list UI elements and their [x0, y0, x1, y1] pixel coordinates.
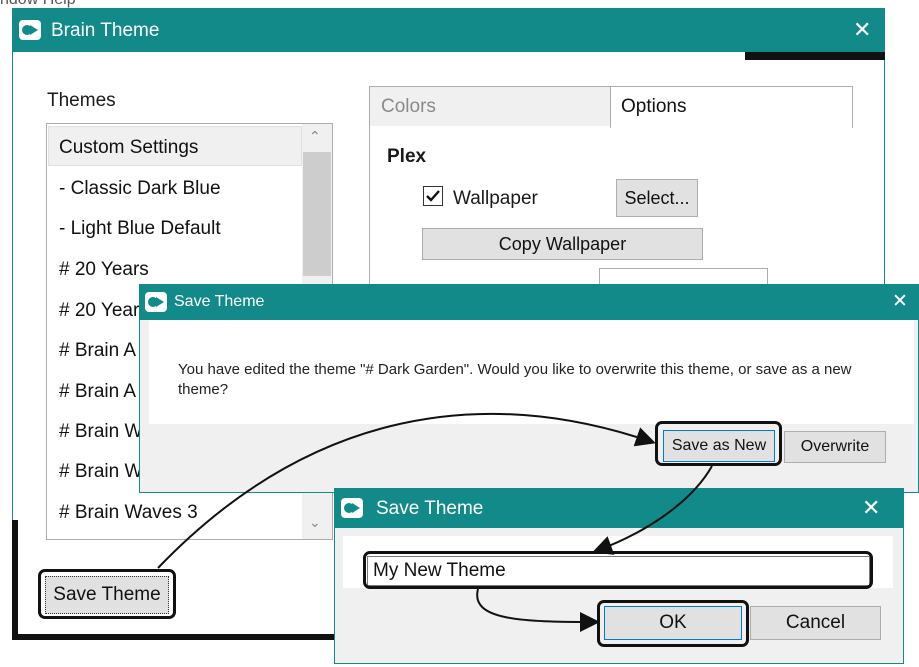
themes-label: Themes: [47, 90, 116, 111]
save-as-new-callout: [655, 421, 782, 466]
ok-button-callout: [597, 600, 749, 647]
list-scrollbar-thumb[interactable]: [303, 152, 331, 276]
save-theme-callout: [38, 569, 176, 619]
wallpaper-checkbox[interactable]: [423, 186, 443, 206]
list-item[interactable]: - Light Blue Default: [59, 218, 221, 240]
window-shadow-left: [12, 520, 18, 640]
close-icon[interactable]: ✕: [892, 292, 908, 311]
list-item[interactable]: # Brain Waves 3: [59, 502, 198, 524]
select-wallpaper-button[interactable]: Select...: [616, 179, 698, 217]
list-item[interactable]: Custom Settings: [59, 137, 198, 159]
close-icon[interactable]: ✕: [853, 19, 871, 41]
overwrite-button[interactable]: Overwrite: [784, 431, 886, 463]
window-shadow-right: [745, 52, 885, 60]
tab-colors-label: Colors: [381, 96, 436, 117]
app-logo-icon: [19, 20, 41, 40]
list-item[interactable]: - Classic Dark Blue: [59, 178, 221, 200]
app-logo-icon: [341, 498, 363, 518]
tab-options[interactable]: Options: [610, 86, 853, 128]
tab-options-label: Options: [621, 96, 687, 117]
app-logo-icon: [145, 292, 167, 312]
close-icon[interactable]: ✕: [862, 497, 880, 519]
wallpaper-checkbox-label: Wallpaper: [453, 188, 538, 209]
overwrite-dialog-title: Save Theme: [174, 293, 265, 310]
window-shadow-bottom: [12, 634, 334, 640]
chevron-down-icon[interactable]: ⌄: [309, 514, 321, 531]
list-item[interactable]: # 20 Years: [59, 259, 149, 281]
list-item[interactable]: # 20 Years: [59, 300, 149, 322]
cancel-button[interactable]: Cancel: [750, 606, 881, 640]
main-window-title: Brain Theme: [51, 20, 160, 41]
list-item[interactable]: # Brain W: [59, 421, 142, 443]
checkmark-icon: [426, 190, 440, 202]
chevron-up-icon[interactable]: ⌃: [309, 128, 321, 145]
name-dialog-title: Save Theme: [376, 498, 484, 519]
name-input-callout: [363, 551, 873, 589]
list-item[interactable]: # Brain A: [59, 381, 136, 403]
overwrite-message: You have edited the theme "# Dark Garden…: [178, 361, 852, 398]
list-item[interactable]: # Brain A: [59, 340, 136, 362]
section-title-plex: Plex: [387, 146, 427, 167]
copy-wallpaper-button[interactable]: Copy Wallpaper: [422, 228, 703, 260]
tab-colors[interactable]: Colors: [369, 86, 611, 126]
list-item[interactable]: # Brain W: [59, 461, 142, 483]
